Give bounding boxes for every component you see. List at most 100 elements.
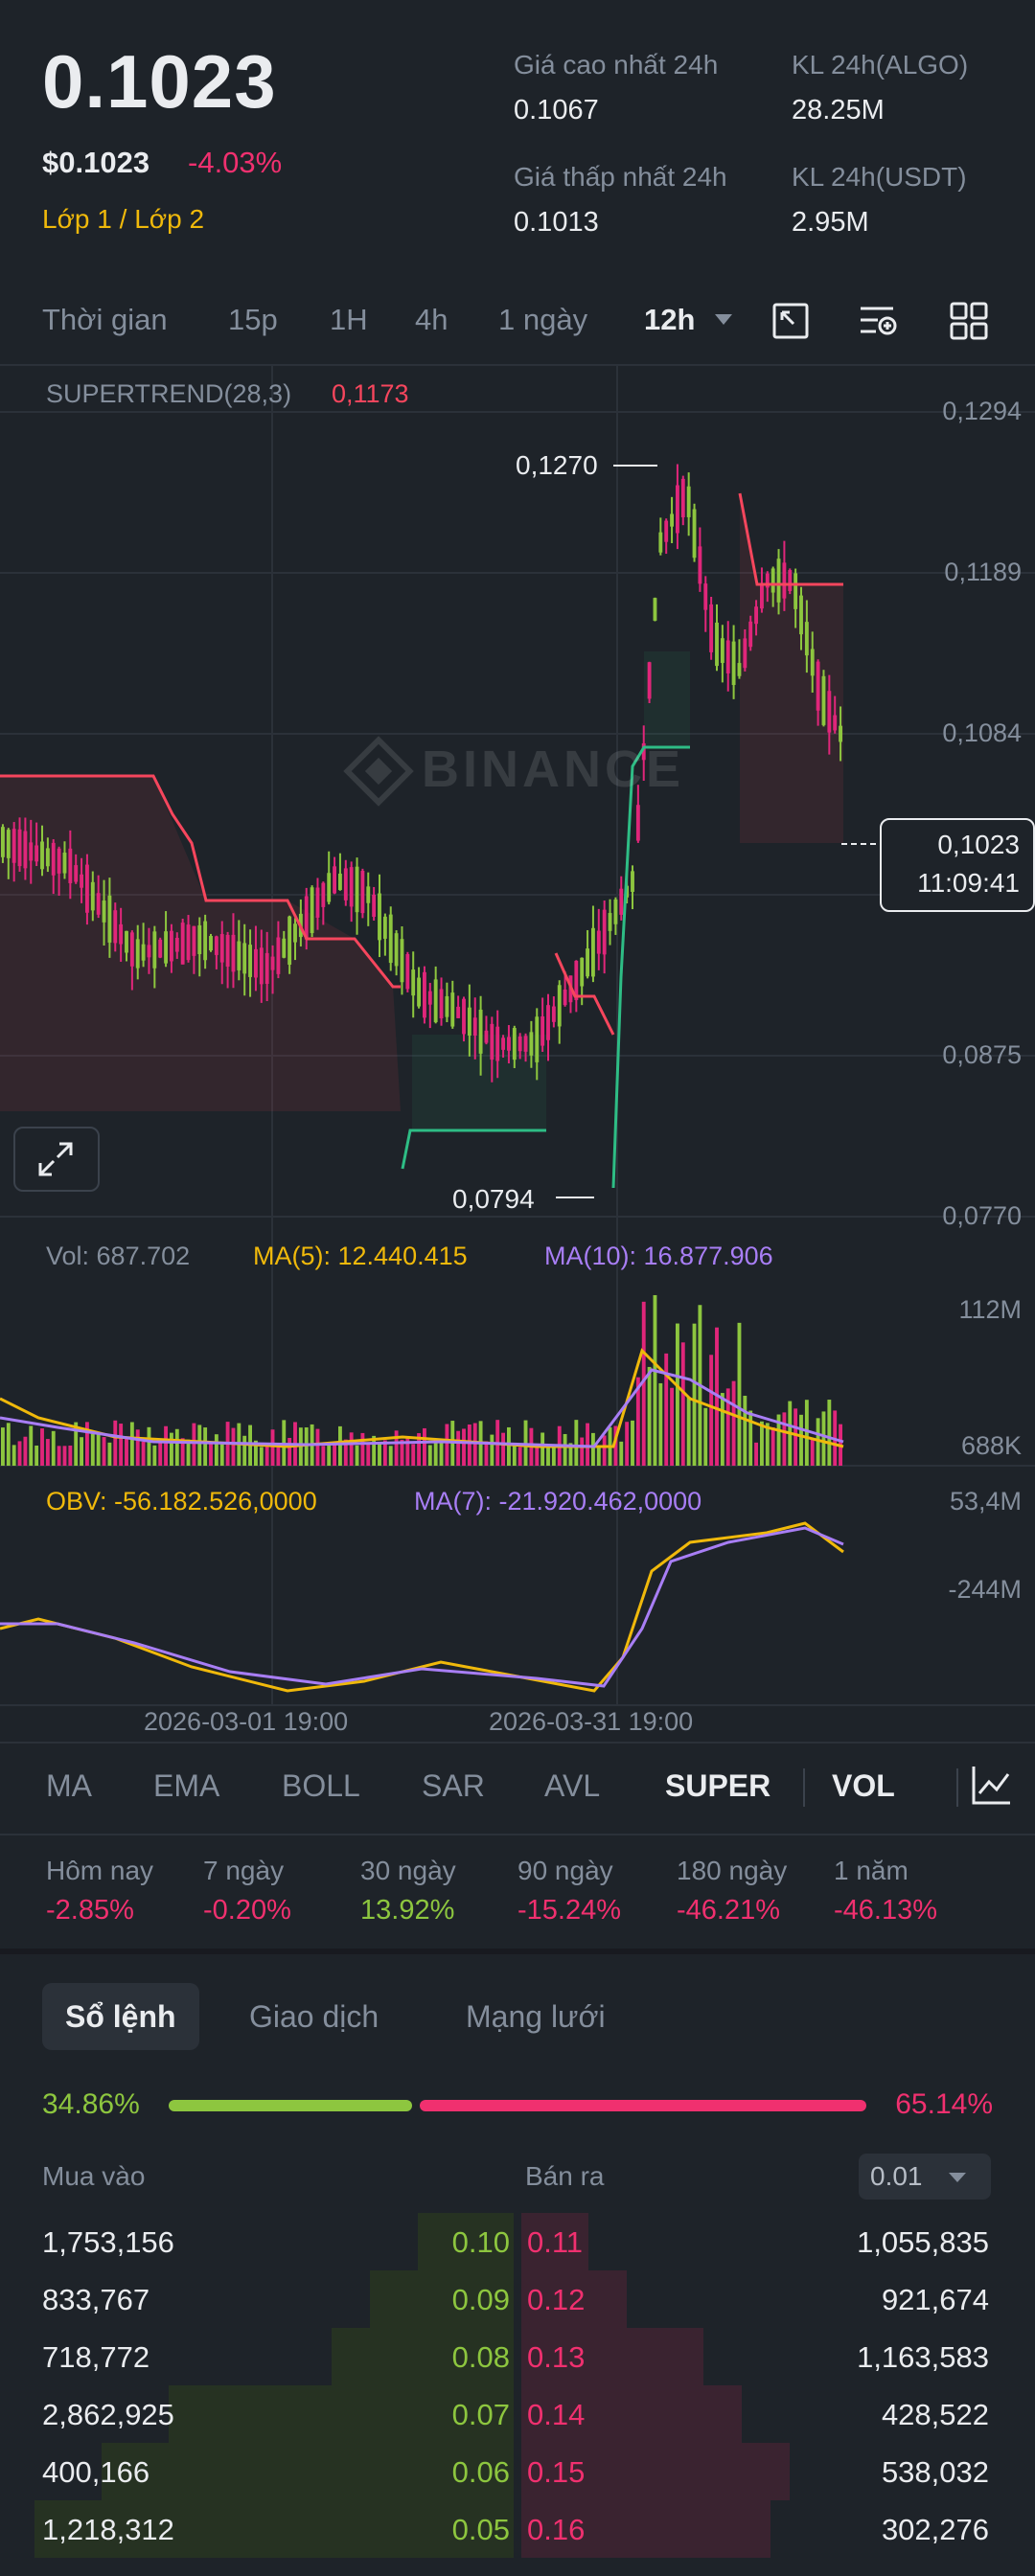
candle xyxy=(680,478,685,518)
caret-down-icon xyxy=(949,2173,966,2182)
candle xyxy=(74,865,79,882)
candle xyxy=(439,989,444,1018)
candle xyxy=(378,893,381,941)
candle xyxy=(804,622,809,656)
candle xyxy=(703,583,708,610)
indicator-chart-icon[interactable] xyxy=(970,1763,1014,1812)
bid-qty: 400,166 xyxy=(42,2455,150,2489)
candle xyxy=(658,532,663,553)
candle xyxy=(799,595,803,635)
candle xyxy=(40,841,44,870)
volume-bar xyxy=(214,1434,218,1466)
tab-12h[interactable]: 12h xyxy=(644,303,695,337)
candle xyxy=(423,971,426,1018)
candle xyxy=(254,948,258,978)
table-row[interactable]: 833,767 0.09 0.12 921,674 xyxy=(0,2270,1035,2328)
candle xyxy=(478,1009,483,1054)
ask-qty: 302,276 xyxy=(881,2513,989,2546)
tab-orderbook[interactable]: Sổ lệnh xyxy=(42,1983,199,2050)
indicator-settings-icon[interactable] xyxy=(859,301,901,346)
candle xyxy=(664,520,669,542)
volume-bar xyxy=(551,1447,556,1466)
tab-network[interactable]: Mạng lưới xyxy=(466,1983,606,2050)
timeframe-label[interactable]: Thời gian xyxy=(42,303,168,337)
volume-bar xyxy=(242,1435,247,1466)
caret-down-icon[interactable] xyxy=(713,312,734,332)
volume-bar xyxy=(1,1427,5,1466)
candle xyxy=(366,886,371,903)
indicator-tab-vol[interactable]: VOL xyxy=(832,1768,895,1804)
candle xyxy=(23,831,28,869)
candle xyxy=(338,873,342,891)
candle xyxy=(540,1015,545,1046)
indicator-tab-avl[interactable]: AVL xyxy=(544,1768,600,1804)
volume-bar xyxy=(6,1423,11,1466)
table-row[interactable]: 1,753,156 0.10 0.11 1,055,835 xyxy=(0,2213,1035,2270)
indicator-tab-super[interactable]: SUPER xyxy=(665,1768,770,1804)
table-row[interactable]: 1,218,312 0.05 0.16 302,276 xyxy=(0,2500,1035,2558)
candle xyxy=(164,931,168,964)
candle xyxy=(12,829,16,863)
volume-bar xyxy=(540,1432,545,1466)
tab-divider xyxy=(956,1768,958,1807)
stat-label: Giá thấp nhất 24h xyxy=(514,162,727,192)
candle xyxy=(472,1017,477,1036)
table-row[interactable]: 718,772 0.08 0.13 1,163,583 xyxy=(0,2328,1035,2385)
volume-bar xyxy=(625,1422,630,1466)
tab-4h[interactable]: 4h xyxy=(415,303,448,337)
candle xyxy=(315,887,320,918)
indicator-tab-ema[interactable]: EMA xyxy=(153,1768,219,1804)
candle xyxy=(586,948,589,977)
candle xyxy=(214,936,218,955)
tab-1h[interactable]: 1H xyxy=(330,303,368,337)
fullscreen-icon[interactable] xyxy=(770,301,811,346)
ask-qty: 538,032 xyxy=(881,2455,989,2489)
volume-bar xyxy=(484,1441,489,1466)
table-row[interactable]: 400,166 0.06 0.15 538,032 xyxy=(0,2443,1035,2500)
precision-select[interactable]: 0.01 xyxy=(859,2154,991,2200)
candle xyxy=(692,509,697,559)
supertrend-up-line xyxy=(611,745,690,1189)
obv-lines xyxy=(0,1521,844,1693)
ask-price: 0.11 xyxy=(527,2225,584,2259)
ask-qty: 1,055,835 xyxy=(857,2225,989,2259)
candle xyxy=(237,941,242,970)
tab-1d[interactable]: 1 ngày xyxy=(498,303,587,337)
table-row[interactable]: 2,862,925 0.07 0.14 428,522 xyxy=(0,2385,1035,2443)
bid-price: 0.06 xyxy=(451,2455,510,2489)
candle xyxy=(529,1032,534,1056)
tab-trades[interactable]: Giao dịch xyxy=(249,1983,379,2050)
volume-bar xyxy=(327,1443,332,1466)
volume-bar xyxy=(119,1424,124,1466)
stat-label: Giá cao nhất 24h xyxy=(514,50,719,80)
tab-15m[interactable]: 15p xyxy=(228,303,278,337)
precision-value: 0.01 xyxy=(870,2161,923,2191)
supertrend-area xyxy=(740,493,843,843)
layout-grid-icon[interactable] xyxy=(949,301,989,346)
candle xyxy=(135,939,140,969)
candle xyxy=(29,842,34,861)
stat-value: 0.1067 xyxy=(514,95,599,125)
indicator-tab-boll[interactable]: BOLL xyxy=(282,1768,360,1804)
volume-bar xyxy=(692,1323,697,1466)
candle xyxy=(293,923,297,943)
price-chart[interactable] xyxy=(0,364,1035,1744)
volume-ma10-label: MA(10): 16.877.906 xyxy=(544,1242,773,1270)
candle xyxy=(192,925,196,956)
candle xyxy=(321,882,326,907)
candle xyxy=(827,691,832,733)
indicator-tab-ma[interactable]: MA xyxy=(46,1768,92,1804)
candle xyxy=(512,1028,517,1060)
expand-chart-button[interactable] xyxy=(13,1127,100,1192)
volume-bar xyxy=(619,1441,624,1466)
candle xyxy=(51,842,56,876)
indicator-tab-sar[interactable]: SAR xyxy=(422,1768,485,1804)
volume-bar xyxy=(45,1439,50,1466)
volume-bar xyxy=(653,1294,657,1466)
bid-price: 0.09 xyxy=(451,2283,510,2316)
candle xyxy=(203,921,208,961)
candle xyxy=(147,945,151,958)
volume-bar xyxy=(427,1445,432,1466)
category-tags[interactable]: Lớp 1 / Lớp 2 xyxy=(42,204,204,235)
stat-value: 2.95M xyxy=(792,207,869,238)
